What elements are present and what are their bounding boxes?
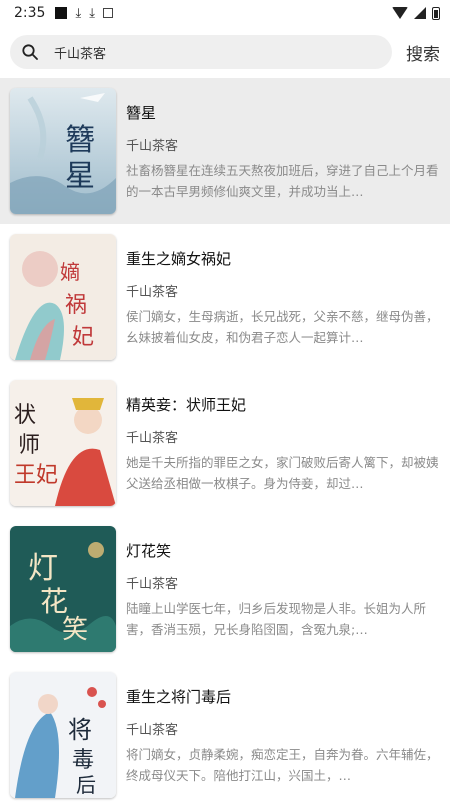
book-cover: 将 毒 后 bbox=[10, 672, 116, 798]
svg-text:妃: 妃 bbox=[72, 325, 94, 350]
book-cover: 簪 星 bbox=[10, 88, 116, 214]
svg-text:毒: 毒 bbox=[72, 748, 94, 773]
search-icon[interactable] bbox=[22, 44, 38, 60]
book-cover: 嫡 祸 妃 bbox=[10, 234, 116, 360]
search-button[interactable]: 搜索 bbox=[406, 40, 440, 65]
book-cover: 灯 花 笑 bbox=[10, 526, 116, 652]
book-list: 簪 星 簪星 千山茶客 社畜杨簪星在连续五天熬夜加班后，穿进了自己上个月看的一本… bbox=[0, 78, 450, 808]
svg-text:祸: 祸 bbox=[65, 293, 87, 318]
book-author: 千山茶客 bbox=[126, 431, 179, 446]
svg-text:嫡: 嫡 bbox=[60, 260, 80, 284]
search-box[interactable] bbox=[10, 35, 392, 69]
download-icon: ⤓ bbox=[89, 5, 95, 21]
status-bar: 2:35 ⤓ ⤓ bbox=[0, 0, 450, 26]
book-description: 侯门嫡女，生母病逝，长兄战死，父亲不慈，继母伪善，幺妹披着仙女皮，和伪君子恋人一… bbox=[126, 309, 439, 345]
status-time: 2:35 bbox=[14, 5, 46, 21]
battery-icon bbox=[432, 6, 440, 20]
svg-text:花: 花 bbox=[40, 585, 68, 618]
svg-text:王妃: 王妃 bbox=[14, 463, 58, 488]
book-description: 将门嫡女，贞静柔婉，痴恋定王，自奔为眷。六年辅佐，终成母仪天下。陪他打江山，兴国… bbox=[126, 747, 439, 783]
book-title: 灯花笑 bbox=[126, 542, 172, 560]
svg-text:师: 师 bbox=[18, 433, 40, 458]
book-item[interactable]: 灯 花 笑 灯花笑 千山茶客 陆瞳上山学医七年，归乡后发现物是人非。长姐为人所害… bbox=[0, 516, 450, 662]
book-cover: 状 师 王妃 bbox=[10, 380, 116, 506]
search-bar: 搜索 bbox=[0, 26, 450, 78]
svg-text:星: 星 bbox=[65, 159, 95, 194]
svg-text:后: 后 bbox=[76, 773, 96, 797]
svg-text:将: 将 bbox=[68, 716, 92, 744]
book-item[interactable]: 状 师 王妃 精英妾：状师王妃 千山茶客 她是千夫所指的罪臣之女，家门破败后寄人… bbox=[0, 370, 450, 516]
book-description: 她是千夫所指的罪臣之女，家门破败后寄人篱下，却被姨父送给丞相做一枚棋子。身为侍妾… bbox=[126, 455, 439, 491]
wifi-icon bbox=[392, 7, 408, 19]
book-item[interactable]: 嫡 祸 妃 重生之嫡女祸妃 千山茶客 侯门嫡女，生母病逝，长兄战死，父亲不慈，继… bbox=[0, 224, 450, 370]
book-description: 陆瞳上山学医七年，归乡后发现物是人非。长姐为人所害，香消玉殒，兄长身陷囹圄，含冤… bbox=[126, 601, 427, 637]
svg-text:灯: 灯 bbox=[28, 551, 58, 586]
book-title: 精英妾：状师王妃 bbox=[126, 396, 247, 414]
notification-app-icon bbox=[55, 7, 68, 19]
book-title: 簪星 bbox=[126, 104, 157, 122]
download-icon: ⤓ bbox=[75, 5, 82, 21]
book-item[interactable]: 簪 星 簪星 千山茶客 社畜杨簪星在连续五天熬夜加班后，穿进了自己上个月看的一本… bbox=[0, 78, 450, 224]
book-title: 重生之将门毒后 bbox=[126, 688, 232, 706]
svg-text:状: 状 bbox=[14, 403, 36, 428]
book-item[interactable]: 将 毒 后 重生之将门毒后 千山茶客 将门嫡女，贞静柔婉，痴恋定王，自奔为眷。六… bbox=[0, 662, 450, 808]
book-author: 千山茶客 bbox=[126, 139, 179, 154]
svg-text:笑: 笑 bbox=[62, 615, 88, 645]
book-author: 千山茶客 bbox=[126, 285, 179, 300]
signal-icon bbox=[414, 7, 426, 19]
book-author: 千山茶客 bbox=[126, 723, 179, 738]
book-title: 重生之嫡女祸妃 bbox=[126, 250, 232, 268]
book-description: 社畜杨簪星在连续五天熬夜加班后，穿进了自己上个月看的一本古早男频修仙爽文里，并成… bbox=[126, 163, 439, 199]
book-author: 千山茶客 bbox=[126, 577, 179, 592]
svg-text:簪: 簪 bbox=[65, 123, 95, 158]
photo-icon bbox=[102, 8, 113, 18]
search-input[interactable] bbox=[52, 43, 380, 61]
